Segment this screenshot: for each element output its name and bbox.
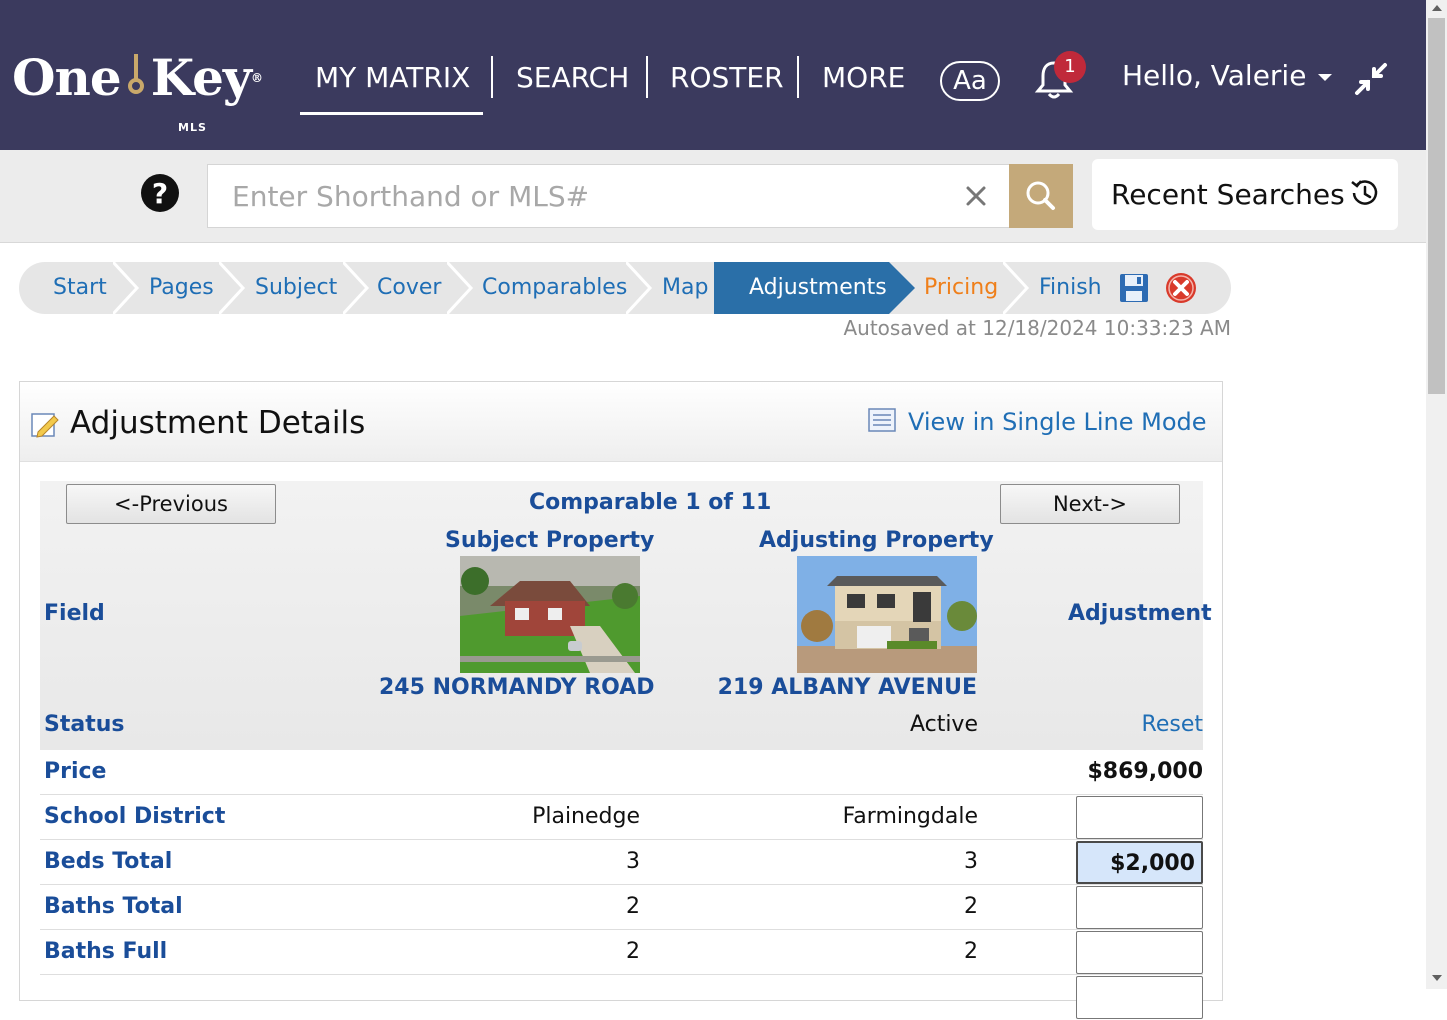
row-field-label: Beds Total [44,849,173,874]
step-adjustments[interactable]: Adjustments [714,262,889,314]
cancel-icon[interactable] [1165,272,1197,304]
adjustment-input[interactable]: $2,000 [1076,841,1203,884]
field-column-heading: Field [44,601,105,626]
single-line-mode-label: View in Single Line Mode [908,408,1207,436]
recent-searches-button[interactable]: Recent Searches [1092,159,1398,230]
wizard-steps: Start Pages Subject Cover Comparables Ma… [19,262,1231,314]
step-separator [626,262,653,314]
autosave-status: Autosaved at 12/18/2024 10:33:23 AM [843,316,1231,340]
row-subject-value: 2 [626,894,640,919]
search-box [207,164,1010,228]
adjustment-grid: <-Previous Comparable 1 of 11 Next-> Sub… [40,481,1212,1019]
search-input[interactable] [208,165,928,227]
step-pages[interactable]: Pages [149,262,214,314]
status-value: Active [909,712,978,737]
comparable-counter: Comparable 1 of 11 [529,490,772,515]
top-nav-bar: One Key® MLS MY MATRIX SEARCH ROSTER MORE… [0,0,1426,150]
subject-property-photo[interactable] [460,556,640,673]
search-icon [1026,181,1055,210]
step-cover[interactable]: Cover [377,262,441,314]
adjustment-input[interactable] [1076,886,1203,929]
font-size-button[interactable]: Aa [940,61,1000,101]
step-comparables[interactable]: Comparables [482,262,627,314]
adjusting-property-photo[interactable] [797,556,977,673]
nav-more[interactable]: MORE [822,56,905,100]
row-comparable-value: Farmingdale [842,804,978,829]
save-icon[interactable] [1118,272,1150,304]
nav-divider [491,56,493,98]
panel-header: Adjustment Details View in Single Line M… [20,382,1222,462]
table-row: Baths Full 2 2 [40,930,1203,975]
main-nav: MY MATRIX SEARCH ROSTER MORE [0,56,1000,100]
step-subject[interactable]: Subject [255,262,337,314]
reset-link[interactable]: Reset [1100,712,1203,737]
row-field-label: Baths Full [44,939,168,964]
row-subject-value: 3 [626,849,640,874]
nav-divider [646,56,648,98]
adjustment-input[interactable] [1076,796,1203,839]
page-scrollbar[interactable] [1426,0,1447,989]
row-subject-value: Plainedge [532,804,640,829]
help-icon[interactable]: ? [140,173,180,213]
adjusting-address[interactable]: 219 ALBANY AVENUE [717,675,977,700]
subject-property-heading: Subject Property [445,528,655,553]
step-separator [219,262,246,314]
scrollbar-thumb[interactable] [1428,18,1445,394]
step-separator [113,262,140,314]
active-nav-underline [300,112,483,115]
price-row: Price $869,000 [40,750,1203,795]
nav-divider [797,56,799,98]
status-label: Status [44,712,125,737]
adjustment-column-heading: Adjustment [1068,601,1212,626]
price-label: Price [44,759,107,784]
svg-text:?: ? [152,177,168,210]
caret-down-icon [1318,73,1333,81]
table-row: Baths Total 2 2 [40,885,1203,930]
row-comparable-value: 2 [964,894,978,919]
row-field-label: School District [44,804,226,829]
nav-roster[interactable]: ROSTER [670,56,784,100]
table-row: School District Plainedge Farmingdale [40,795,1203,840]
previous-button[interactable]: <-Previous [66,484,276,524]
scroll-down-arrow[interactable] [1432,975,1442,981]
single-line-mode-link[interactable]: View in Single Line Mode [868,402,1207,442]
nav-my-matrix[interactable]: MY MATRIX [315,56,470,100]
list-view-icon [868,408,896,432]
row-field-label: Baths Total [44,894,183,919]
table-row-partial [40,975,1203,1020]
row-comparable-value: 2 [964,939,978,964]
user-greeting: Hello, Valerie [1122,59,1307,92]
row-comparable-value: 3 [964,849,978,874]
step-pricing[interactable]: Pricing [924,262,998,314]
step-map[interactable]: Map [662,262,708,314]
next-button[interactable]: Next-> [1000,484,1180,524]
logo-mls-text: MLS [178,121,207,134]
step-separator [447,262,474,314]
adjusting-property-heading: Adjusting Property [759,528,994,553]
history-icon [1351,180,1378,205]
panel-title: Adjustment Details [70,405,366,441]
step-separator [343,262,370,314]
price-value: $869,000 [1087,759,1203,784]
step-start[interactable]: Start [53,262,107,314]
scroll-up-arrow[interactable] [1432,5,1442,11]
active-step-arrow [889,262,915,314]
step-finish[interactable]: Finish [1039,262,1102,314]
subject-address[interactable]: 245 NORMANDY ROAD [379,675,655,700]
edit-icon [31,413,59,438]
recent-searches-label: Recent Searches [1111,178,1345,211]
clear-icon[interactable] [964,184,988,208]
step-separator [1003,262,1030,314]
notification-badge[interactable]: 1 [1054,51,1086,83]
adjustment-details-panel: Adjustment Details View in Single Line M… [19,381,1223,1019]
nav-search[interactable]: SEARCH [516,56,629,100]
row-subject-value: 2 [626,939,640,964]
search-button[interactable] [1009,164,1073,228]
collapse-icon[interactable] [1354,62,1388,96]
table-row: Beds Total 3 3 $2,000 [40,840,1203,885]
adjustment-input[interactable] [1076,976,1203,1019]
user-menu[interactable]: Hello, Valerie [1122,56,1333,96]
adjustment-input[interactable] [1076,931,1203,974]
